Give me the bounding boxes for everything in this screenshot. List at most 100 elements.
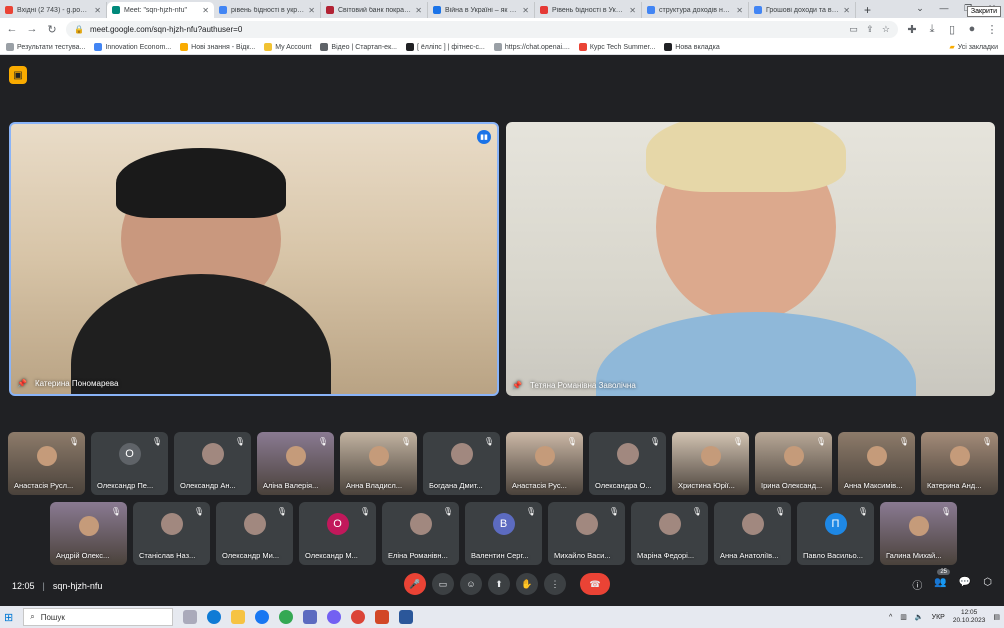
participant-tile[interactable]: О 🎙 Олександр М... bbox=[299, 502, 376, 565]
browser-tab[interactable]: рівень бідності в україн ✕ bbox=[214, 2, 321, 18]
camera-icon[interactable]: ▭ bbox=[849, 24, 858, 34]
browser-tab[interactable]: Грошові доходи та витр ✕ bbox=[749, 2, 856, 18]
bookmark-item[interactable]: https://chat.openai.... bbox=[493, 43, 570, 51]
bookmark-item[interactable]: Результати тестува... bbox=[6, 43, 85, 51]
participant-tile[interactable]: О 🎙 Олександр Пе... bbox=[91, 432, 168, 495]
participant-tile[interactable]: 🎙 Маріна Федорі... bbox=[631, 502, 708, 565]
participant-tile[interactable]: П 🎙 Павло Васильо... bbox=[797, 502, 874, 565]
chat-icon[interactable]: 💬 bbox=[959, 577, 971, 592]
info-icon[interactable]: ⓘ bbox=[912, 577, 922, 592]
extensions-icon[interactable]: ✚ bbox=[906, 23, 918, 36]
camera-icon[interactable]: ▭ bbox=[432, 573, 454, 595]
bookmark-item[interactable]: Нова вкладка bbox=[664, 43, 720, 51]
bookmark-item[interactable]: Курс Tech Summer... bbox=[578, 43, 655, 51]
taskbar-search[interactable]: ⌕ Пошук bbox=[23, 608, 174, 626]
calculator-icon[interactable] bbox=[303, 610, 318, 624]
download-icon[interactable]: ⤓ bbox=[926, 23, 938, 36]
participant-tile[interactable]: 🎙 Станіслав Наз... bbox=[133, 502, 210, 565]
participant-tile[interactable]: 🎙 Олександра О... bbox=[589, 432, 666, 495]
explorer-icon[interactable] bbox=[231, 610, 246, 624]
browser-tab[interactable]: Світовий банк покращ... ✕ bbox=[321, 2, 428, 18]
forward-icon[interactable]: → bbox=[26, 23, 38, 35]
notifications-icon[interactable]: ▤ bbox=[993, 613, 1000, 621]
tab-close-icon[interactable]: ✕ bbox=[308, 6, 315, 15]
bookmark-label: My Account bbox=[275, 43, 312, 51]
volume-icon[interactable]: 🔈 bbox=[915, 613, 924, 621]
bookmark-item[interactable]: Innovation Econom... bbox=[94, 43, 171, 51]
emoji-icon[interactable]: ☺ bbox=[460, 573, 482, 595]
language-indicator[interactable]: УКР bbox=[932, 614, 945, 621]
browser-tab[interactable]: Рівень бідності в Україн ✕ bbox=[535, 2, 642, 18]
browser-tab[interactable]: Війна в Україні – як за р ✕ bbox=[428, 2, 535, 18]
network-icon[interactable]: ▥ bbox=[900, 613, 907, 621]
all-bookmarks[interactable]: ▰ Усі закладки bbox=[949, 43, 998, 52]
tray-chevron-icon[interactable]: ^ bbox=[889, 614, 892, 621]
raise-hand-icon[interactable]: ✋ bbox=[516, 573, 538, 595]
main-tile-speaker[interactable]: ▮▮ 📌 Катерина Пономарева bbox=[9, 122, 499, 396]
viber-icon[interactable] bbox=[327, 610, 342, 624]
powerpoint-icon[interactable] bbox=[375, 610, 390, 624]
tab-close-icon[interactable]: ✕ bbox=[736, 6, 743, 15]
browser-tab[interactable]: Meet: "sqn-hjzh-nfu" ✕ bbox=[107, 2, 214, 18]
participant-tile[interactable]: 🎙 Анна Максимів... bbox=[838, 432, 915, 495]
minimize-button[interactable]: — bbox=[932, 0, 956, 18]
activities-icon[interactable]: ⬡ bbox=[983, 577, 992, 592]
participant-tile[interactable]: В 🎙 Валентин Серг... bbox=[465, 502, 542, 565]
participant-tile[interactable]: 🎙 Олександр Ми... bbox=[216, 502, 293, 565]
taskbar-clock[interactable]: 12:05 20.10.2023 bbox=[953, 609, 986, 625]
bookmark-item[interactable]: Відео | Стартап-ек... bbox=[320, 43, 397, 51]
tab-close-icon[interactable]: ✕ bbox=[843, 6, 850, 15]
chrome-icon[interactable] bbox=[279, 610, 294, 624]
tab-close-icon[interactable]: ✕ bbox=[415, 6, 422, 15]
task-view-icon[interactable] bbox=[183, 610, 198, 624]
edge-icon[interactable] bbox=[207, 610, 222, 624]
back-icon[interactable]: ← bbox=[6, 23, 18, 35]
people-icon[interactable]: 👥 bbox=[934, 577, 946, 592]
participant-tile[interactable]: 🎙 Михайло Васи... bbox=[548, 502, 625, 565]
word-icon[interactable] bbox=[399, 610, 414, 624]
leave-call-icon[interactable]: ☎ bbox=[580, 573, 610, 595]
browser-tab[interactable]: Вхідні (2 743) - g.pochen... ✕ bbox=[0, 2, 107, 18]
windows-start-icon[interactable]: ⊞ bbox=[4, 611, 13, 624]
tab-close-icon[interactable]: ✕ bbox=[629, 6, 636, 15]
participant-tile[interactable]: 🎙 Аліна Валерія... bbox=[257, 432, 334, 495]
participant-tile[interactable]: 🎙 Галина Михай... bbox=[880, 502, 957, 565]
bookmark-item[interactable]: My Account bbox=[264, 43, 311, 51]
participant-tile[interactable]: 🎙 Богдана Дмит... bbox=[423, 432, 500, 495]
activity-icon[interactable]: ▣ bbox=[9, 66, 27, 84]
main-tile-participant[interactable]: 📌 Тетяна Романівна Заволічна bbox=[506, 122, 995, 396]
side-panel-icon[interactable]: ▯ bbox=[946, 23, 958, 36]
participant-tile[interactable]: 🎙 Анастасія Рус... bbox=[506, 432, 583, 495]
participant-tile[interactable]: 🎙 Ірина Олександ... bbox=[755, 432, 832, 495]
bookmark-item[interactable]: [ ёлліпс ] | фітнес-с... bbox=[405, 43, 485, 51]
browser-tab[interactable]: структура доходів насел ✕ bbox=[642, 2, 749, 18]
tab-close-icon[interactable]: ✕ bbox=[94, 6, 101, 15]
star-icon[interactable]: ☆ bbox=[882, 24, 890, 34]
participant-tile[interactable]: 🎙 Катерина Анд... bbox=[921, 432, 998, 495]
profile-avatar[interactable]: ● bbox=[966, 23, 978, 35]
reload-icon[interactable]: ↻ bbox=[46, 23, 58, 36]
tab-close-icon[interactable]: ✕ bbox=[522, 6, 529, 15]
more-options-icon[interactable]: ⋮ bbox=[544, 573, 566, 595]
mic-off-icon[interactable]: 🎤 bbox=[404, 573, 426, 595]
tab-search-icon[interactable]: ⌄ bbox=[908, 0, 932, 18]
participant-tile[interactable]: 🎙 Еліна Романівн... bbox=[382, 502, 459, 565]
search-placeholder: Пошук bbox=[40, 612, 65, 622]
facebook-icon[interactable] bbox=[255, 610, 270, 624]
participant-tile[interactable]: 🎙 Анастасія Русл... bbox=[8, 432, 85, 495]
present-icon[interactable]: ⬆ bbox=[488, 573, 510, 595]
participant-tile[interactable]: 🎙 Олександр Ан... bbox=[174, 432, 251, 495]
participant-tile[interactable]: 🎙 Андрій Олекс... bbox=[50, 502, 127, 565]
tab-close-icon[interactable]: ✕ bbox=[202, 6, 209, 15]
pin-icon[interactable]: 📌 bbox=[512, 381, 522, 390]
bookmark-item[interactable]: Нові знання - Відк... bbox=[180, 43, 255, 51]
participant-tile[interactable]: 🎙 Анна Анатоліїв... bbox=[714, 502, 791, 565]
new-tab-button[interactable]: + bbox=[856, 2, 879, 18]
address-bar[interactable]: 🔒 meet.google.com/sqn-hjzh-nfu?authuser=… bbox=[66, 20, 898, 38]
menu-icon[interactable]: ⋮ bbox=[986, 23, 998, 36]
share-icon[interactable]: ⇪ bbox=[866, 24, 874, 34]
pin-icon[interactable]: 📌 bbox=[17, 379, 27, 388]
participant-tile[interactable]: 🎙 Христина Юрії... bbox=[672, 432, 749, 495]
participant-tile[interactable]: 🎙 Анна Владисл... bbox=[340, 432, 417, 495]
chrome-active-icon[interactable] bbox=[351, 610, 366, 624]
